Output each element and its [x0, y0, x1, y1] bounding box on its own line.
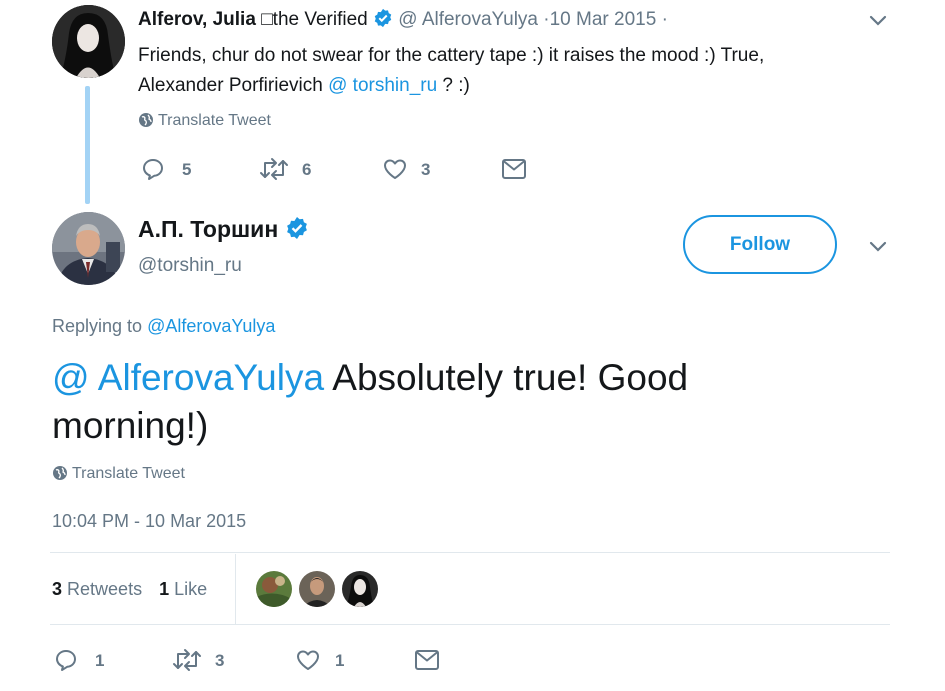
parent-date[interactable]: ·10 Mar 2015 · — [543, 9, 668, 30]
parent-like-count: 3 — [421, 160, 431, 179]
main-timestamp[interactable]: 10:04 PM - 10 Mar 2015 — [52, 511, 246, 532]
main-author-name[interactable]: А.П. Торшин — [138, 216, 278, 242]
main-direct-message-icon[interactable] — [414, 649, 440, 671]
parent-chevron-down-icon[interactable] — [867, 10, 889, 32]
liker-avatar[interactable] — [342, 571, 378, 607]
main-reply-count: 1 — [95, 651, 105, 670]
parent-text-line2-prefix: Alexander Porfirievich — [138, 75, 329, 96]
parent-avatar[interactable] — [52, 5, 125, 78]
globe-icon — [138, 112, 154, 128]
like-count-label: Like — [174, 579, 208, 599]
verified-badge-icon — [285, 216, 309, 240]
parent-retweet-icon[interactable] — [259, 157, 289, 181]
liker-avatar[interactable] — [299, 571, 335, 607]
parent-text-line2-suffix: ? :) — [437, 75, 470, 96]
parent-header: Alferov, Julia □the Verified @ AlferovaY… — [138, 8, 668, 31]
retweet-count-value: 3 — [52, 579, 63, 599]
parent-like-icon[interactable] — [382, 157, 408, 181]
main-translate-label: Translate Tweet — [72, 465, 185, 482]
parent-text: Friends, chur do not swear for the catte… — [138, 41, 764, 101]
replying-to-prefix: Replying to — [52, 316, 148, 336]
main-mention-link[interactable]: @ AlferovaYulya — [52, 357, 324, 398]
globe-icon — [52, 465, 68, 481]
main-handle[interactable]: @torshin_ru — [138, 255, 242, 277]
likes-stat[interactable]: 1 Like — [159, 579, 207, 599]
stats-row: 3 Retweets 1 Like — [52, 579, 207, 600]
divider-top — [50, 552, 890, 553]
main-like-icon[interactable] — [295, 648, 321, 672]
parent-reply-icon[interactable] — [141, 157, 165, 181]
parent-reply-count: 5 — [182, 160, 192, 179]
parent-handle[interactable]: @ AlferovaYulya — [398, 9, 538, 30]
parent-author-name[interactable]: Alferov, Julia — [138, 9, 256, 30]
parent-translate-label: Translate Tweet — [158, 112, 271, 129]
follow-button[interactable]: Follow — [683, 215, 837, 274]
main-translate[interactable]: Translate Tweet — [52, 465, 185, 483]
divider-bottom — [50, 624, 890, 625]
retweet-count-label: Retweets — [67, 579, 143, 599]
replying-to: Replying to @AlferovaYulya — [52, 316, 275, 337]
parent-translate[interactable]: Translate Tweet — [138, 112, 271, 130]
parent-text-line2: Alexander Porfirievich @ torshin_ru ? :) — [138, 71, 764, 101]
main-tweet-text-line2: morning!) — [52, 405, 209, 446]
stats-separator — [235, 554, 236, 624]
parent-retweet-count: 6 — [302, 160, 312, 179]
main-retweet-count: 3 — [215, 651, 225, 670]
parent-text-line1: Friends, chur do not swear for the catte… — [138, 45, 765, 66]
main-reply-icon[interactable] — [54, 648, 78, 672]
main-chevron-down-icon[interactable] — [867, 236, 889, 258]
main-tweet-text: @ AlferovaYulya Absolutely true! Good mo… — [52, 354, 688, 450]
parent-verified-text: □the Verified — [261, 9, 368, 30]
main-like-count: 1 — [335, 651, 345, 670]
liker-avatar[interactable] — [256, 571, 292, 607]
retweets-stat[interactable]: 3 Retweets — [52, 579, 142, 599]
parent-direct-message-icon[interactable] — [501, 158, 527, 180]
main-retweet-icon[interactable] — [172, 648, 202, 672]
like-count-value: 1 — [159, 579, 170, 599]
main-avatar[interactable] — [52, 212, 125, 285]
main-tweet-text-line1: @ AlferovaYulya Absolutely true! Good — [52, 354, 688, 402]
verified-badge-icon — [373, 8, 393, 28]
main-tweet-text-rest: Absolutely true! Good — [324, 357, 689, 398]
main-author-row: А.П. Торшин — [138, 216, 309, 243]
replying-to-handle-link[interactable]: @AlferovaYulya — [147, 316, 275, 336]
parent-mention-link[interactable]: @ torshin_ru — [328, 75, 437, 96]
follow-button-label: Follow — [729, 233, 791, 255]
thread-line — [85, 86, 90, 204]
